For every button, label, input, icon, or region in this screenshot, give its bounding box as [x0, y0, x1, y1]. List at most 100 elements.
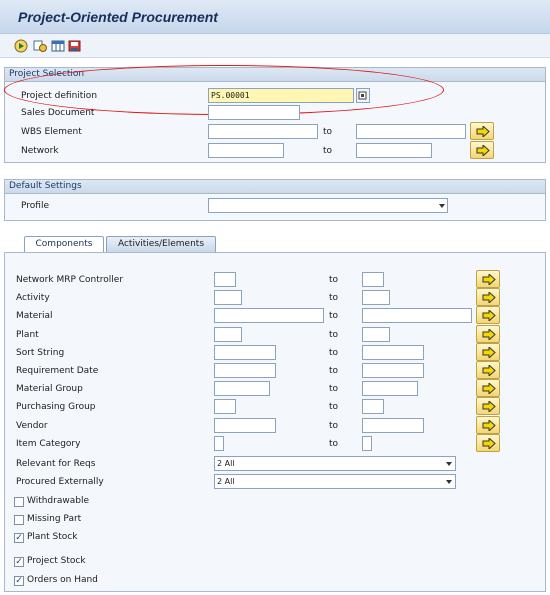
arrow-right-icon: [482, 401, 496, 412]
component-multiple-selection-button[interactable]: [476, 288, 500, 306]
component-multiple-selection-button[interactable]: [476, 325, 500, 343]
wbs-element-from-input[interactable]: [208, 124, 318, 139]
arrow-right-icon: [476, 145, 490, 156]
tab-activities-elements[interactable]: Activities/Elements: [106, 236, 216, 253]
component-row-label: Material Group: [16, 384, 83, 394]
component-row-label: Material: [16, 311, 53, 321]
procured-externally-label: Procured Externally: [16, 477, 104, 487]
arrow-right-icon: [482, 420, 496, 431]
component-multiple-selection-button[interactable]: [476, 343, 500, 361]
component-to-label: to: [329, 311, 339, 321]
component-row-label: Vendor: [16, 421, 48, 431]
application-toolbar: [0, 34, 550, 58]
component-from-input[interactable]: [214, 418, 276, 433]
component-from-input[interactable]: [214, 327, 242, 342]
component-to-label: to: [329, 384, 339, 394]
component-multiple-selection-button[interactable]: [476, 270, 500, 288]
arrow-right-icon: [476, 126, 490, 137]
network-to-input[interactable]: [356, 143, 432, 158]
component-to-label: to: [329, 402, 339, 412]
relevant-for-reqs-dropdown[interactable]: 2 All: [214, 456, 456, 471]
arrow-right-icon: [482, 310, 496, 321]
data-browser-icon[interactable]: [51, 39, 65, 53]
component-multiple-selection-button[interactable]: [476, 361, 500, 379]
component-multiple-selection-button[interactable]: [476, 434, 500, 452]
component-to-input[interactable]: [362, 418, 424, 433]
checkbox-label: Missing Part: [27, 514, 82, 524]
save-variant-icon[interactable]: [68, 39, 82, 53]
network-from-input[interactable]: [208, 143, 284, 158]
component-to-input[interactable]: [362, 399, 384, 414]
checkbox[interactable]: [14, 497, 24, 507]
component-to-label: to: [329, 366, 339, 376]
arrow-right-icon: [482, 383, 496, 394]
component-to-label: to: [329, 348, 339, 358]
component-to-label: to: [329, 293, 339, 303]
checkbox[interactable]: [14, 515, 24, 525]
component-multiple-selection-button[interactable]: [476, 397, 500, 415]
checkmark-icon: ✓: [15, 557, 23, 567]
network-multiple-selection-button[interactable]: [470, 141, 494, 159]
component-to-input[interactable]: [362, 327, 390, 342]
component-to-input[interactable]: [362, 308, 472, 323]
page-title: Project-Oriented Procurement: [18, 9, 218, 25]
component-to-input[interactable]: [362, 272, 384, 287]
checkbox[interactable]: ✓: [14, 557, 24, 567]
component-to-label: to: [329, 330, 339, 340]
tab-components[interactable]: Components: [24, 236, 104, 253]
search-help-icon[interactable]: [356, 88, 370, 103]
project-definition-label: Project definition: [21, 91, 98, 101]
component-to-input[interactable]: [362, 381, 418, 396]
wbs-element-to-input[interactable]: [356, 124, 466, 139]
checkbox-label: Orders on Hand: [27, 575, 98, 585]
checkbox[interactable]: ✓: [14, 576, 24, 586]
component-from-input[interactable]: [214, 436, 224, 451]
wbs-multiple-selection-button[interactable]: [470, 122, 494, 140]
component-from-input[interactable]: [214, 272, 236, 287]
component-to-input[interactable]: [362, 436, 372, 451]
execute-icon[interactable]: [14, 39, 28, 53]
chevron-down-icon: [446, 480, 452, 484]
sales-document-input[interactable]: [208, 105, 300, 120]
component-from-input[interactable]: [214, 399, 236, 414]
chevron-down-icon: [439, 204, 445, 208]
component-row-label: Network MRP Controller: [16, 275, 124, 285]
component-from-input[interactable]: [214, 290, 242, 305]
arrow-right-icon: [482, 274, 496, 285]
arrow-right-icon: [482, 347, 496, 358]
component-row-label: Activity: [16, 293, 50, 303]
profile-dropdown[interactable]: [208, 198, 448, 213]
component-to-label: to: [329, 439, 339, 449]
component-multiple-selection-button[interactable]: [476, 379, 500, 397]
component-multiple-selection-button[interactable]: [476, 306, 500, 324]
project-selection-header: Project Selection: [5, 68, 545, 82]
checkbox-label: Project Stock: [27, 556, 86, 566]
arrow-right-icon: [482, 292, 496, 303]
component-from-input[interactable]: [214, 308, 324, 323]
arrow-right-icon: [482, 365, 496, 376]
component-row-label: Plant: [16, 330, 39, 340]
component-row-label: Item Category: [16, 439, 81, 449]
network-label: Network: [21, 146, 59, 156]
procured-externally-dropdown[interactable]: 2 All: [214, 474, 456, 489]
checkmark-icon: ✓: [15, 576, 23, 586]
profile-label: Profile: [21, 201, 49, 211]
checkbox[interactable]: ✓: [14, 533, 24, 543]
network-to-label: to: [323, 146, 333, 156]
project-definition-input[interactable]: PS.00001: [208, 88, 354, 103]
component-row-label: Sort String: [16, 348, 65, 358]
component-multiple-selection-button[interactable]: [476, 416, 500, 434]
checkbox-label: Plant Stock: [27, 532, 78, 542]
wbs-element-to-label: to: [323, 127, 333, 137]
sales-document-label: Sales Document: [21, 108, 95, 118]
component-to-label: to: [329, 421, 339, 431]
wbs-element-label: WBS Element: [21, 127, 82, 137]
component-from-input[interactable]: [214, 381, 270, 396]
checkmark-icon: ✓: [15, 533, 23, 543]
component-from-input[interactable]: [214, 363, 276, 378]
component-to-input[interactable]: [362, 345, 424, 360]
variant-icon[interactable]: [33, 39, 47, 53]
component-from-input[interactable]: [214, 345, 276, 360]
component-to-input[interactable]: [362, 363, 424, 378]
component-to-input[interactable]: [362, 290, 390, 305]
